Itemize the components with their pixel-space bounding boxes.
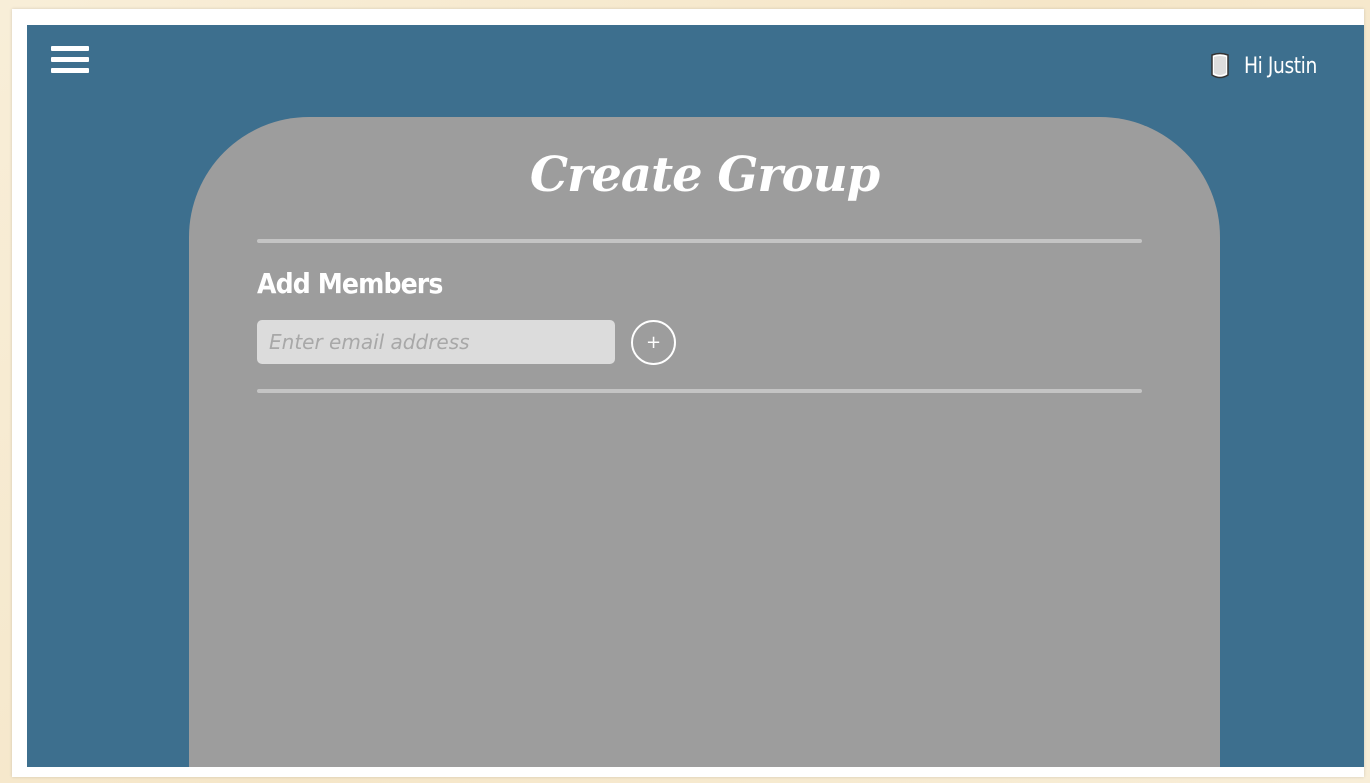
- email-input[interactable]: [257, 320, 615, 364]
- hamburger-menu-icon[interactable]: [51, 45, 91, 77]
- user-menu[interactable]: Hi Justin: [1210, 49, 1330, 83]
- user-greeting: Hi Justin: [1244, 53, 1318, 79]
- divider: [257, 389, 1142, 393]
- page-title: Create Group: [529, 147, 880, 203]
- hamburger-line: [51, 68, 89, 73]
- add-members-label: Add Members: [257, 267, 443, 300]
- add-member-button[interactable]: +: [631, 320, 676, 365]
- hamburger-line: [51, 57, 89, 62]
- plus-icon: +: [645, 332, 662, 353]
- divider: [257, 239, 1142, 243]
- user-avatar-icon[interactable]: [1210, 52, 1230, 80]
- create-group-card: Create Group Add Members +: [189, 117, 1220, 767]
- app-window: Hi Justin Create Group Add Members +: [27, 25, 1364, 767]
- hamburger-line: [51, 46, 89, 51]
